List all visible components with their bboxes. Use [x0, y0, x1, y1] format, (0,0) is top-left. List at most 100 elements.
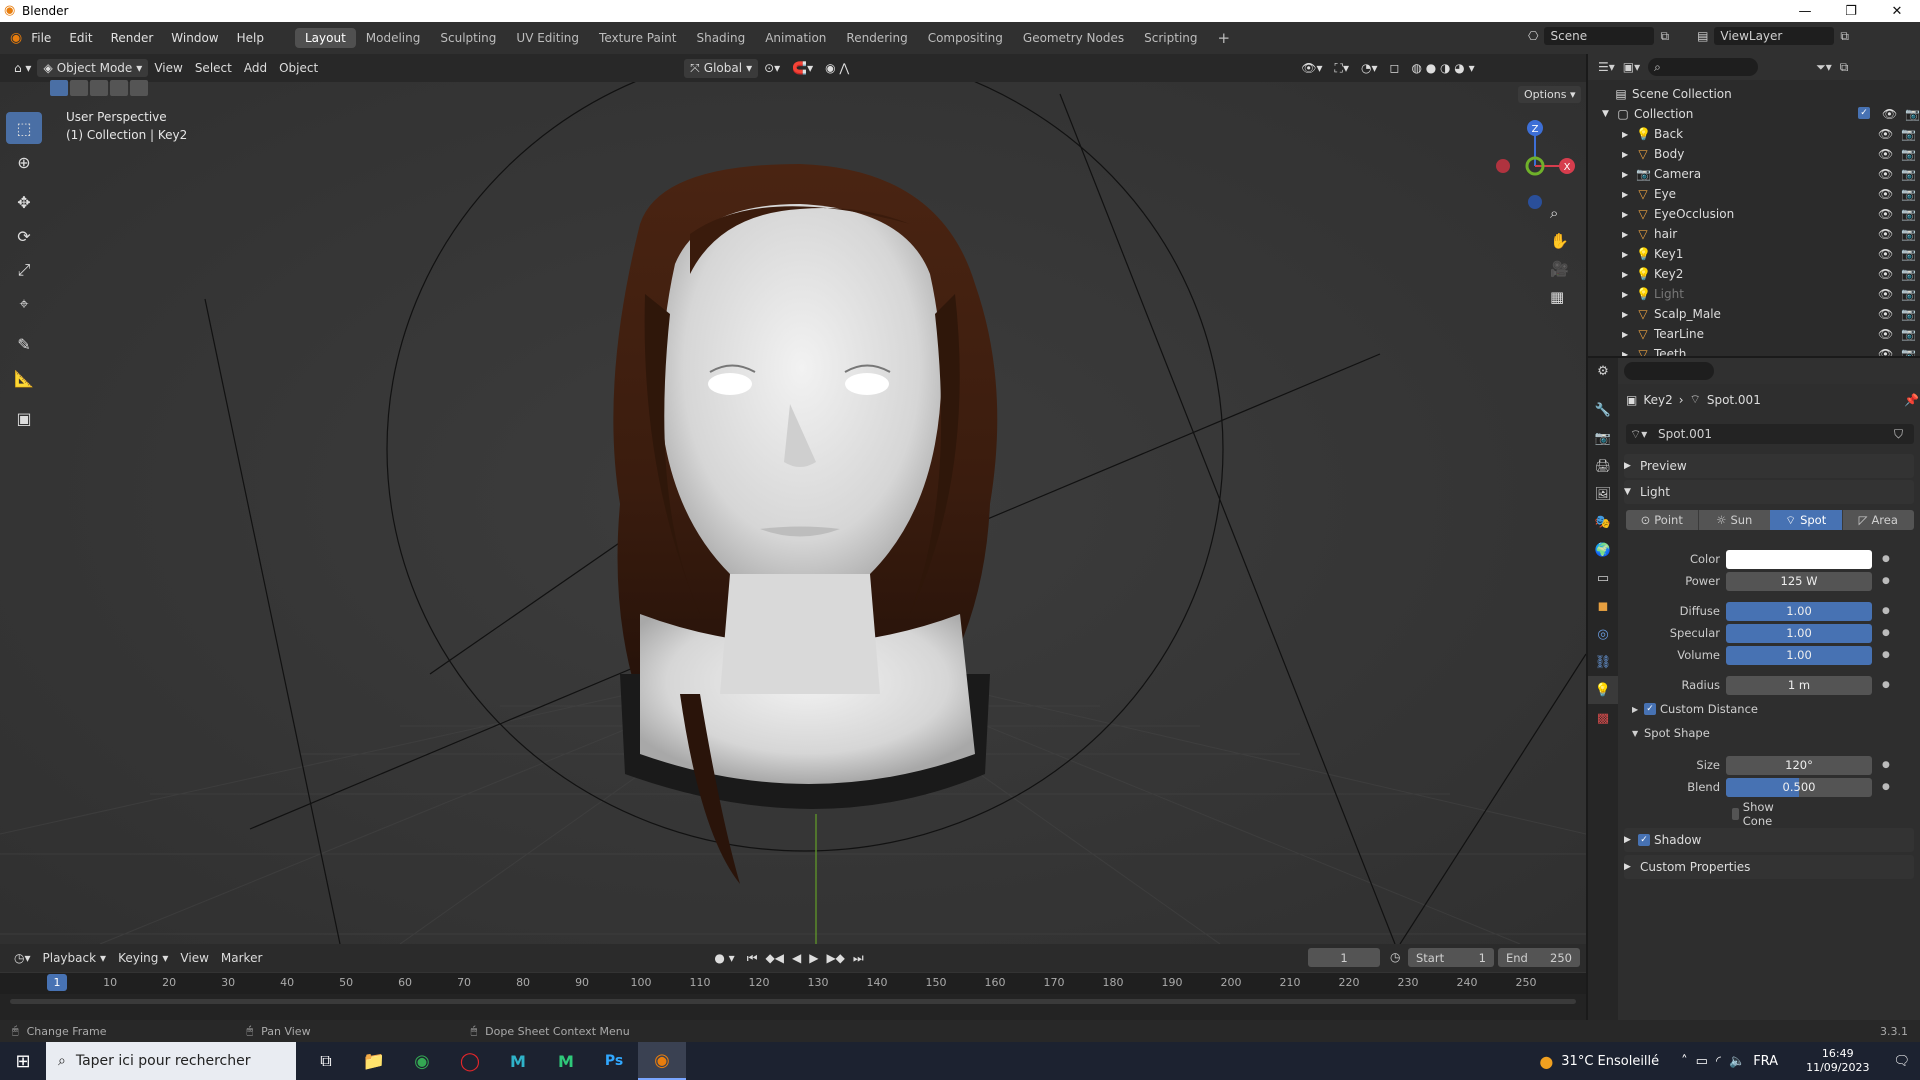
jump-end-icon[interactable]: ⏭: [853, 951, 864, 966]
tab-rendering[interactable]: Rendering: [836, 28, 917, 48]
spot-shape-header[interactable]: ▼ Spot Shape: [1632, 726, 1710, 740]
visibility-eye-icon[interactable]: 👁: [1878, 267, 1893, 281]
show-cone-checkbox[interactable]: [1732, 808, 1739, 820]
custom-distance-row[interactable]: ▶ ✓ Custom Distance: [1632, 702, 1758, 716]
output-tab-icon[interactable]: 🖨: [1588, 452, 1618, 480]
playback-menu[interactable]: Playback ▾: [37, 949, 113, 967]
show-cone-row[interactable]: Show Cone ●: [1732, 800, 1920, 828]
annotate-tool-icon[interactable]: ✎: [6, 328, 42, 360]
visibility-eye-icon[interactable]: 👁: [1882, 107, 1897, 121]
outliner-item[interactable]: ▶ 💡 Key2 👁 📷: [1588, 264, 1920, 284]
expand-arrow-icon[interactable]: ▶: [1622, 210, 1636, 219]
tab-texture-paint[interactable]: Texture Paint: [589, 28, 686, 48]
scene-collection-row[interactable]: ▤ Scene Collection: [1588, 84, 1920, 104]
visibility-icon[interactable]: 👁▾: [1295, 59, 1328, 77]
menu-file[interactable]: File: [22, 31, 60, 45]
gizmo-neg-x-icon[interactable]: [1496, 159, 1510, 173]
world-tab-icon[interactable]: 🌍: [1588, 536, 1618, 564]
visibility-eye-icon[interactable]: 👁: [1878, 227, 1893, 241]
display-mode-icon[interactable]: ▣▾: [1623, 60, 1640, 74]
transform-tool-icon[interactable]: ⌖: [6, 288, 42, 320]
expand-arrow-icon[interactable]: ▶: [1622, 250, 1636, 259]
outliner-item[interactable]: ▶ ▽ EyeOcclusion 👁 📷: [1588, 204, 1920, 224]
keying-menu[interactable]: Keying ▾: [112, 949, 174, 967]
keyframe-dot-icon[interactable]: ●: [1882, 782, 1890, 792]
menu-help[interactable]: Help: [228, 31, 273, 45]
radius-field[interactable]: 1 m: [1726, 675, 1872, 695]
pan-hand-icon[interactable]: ✋: [1550, 232, 1569, 250]
navigation-gizmo[interactable]: Z X: [1490, 106, 1580, 216]
render-camera-icon[interactable]: 📷: [1901, 267, 1916, 281]
keyframe-dot-icon[interactable]: ●: [1882, 606, 1890, 616]
add-workspace-icon[interactable]: +: [1208, 26, 1241, 50]
outliner-search-input[interactable]: ⌕: [1648, 58, 1759, 76]
view-menu[interactable]: View: [148, 59, 188, 77]
constraints-tab-icon[interactable]: ⛓: [1588, 648, 1618, 676]
shading-modes-icon[interactable]: ◍ ● ◑ ◕ ▾: [1405, 59, 1480, 77]
physics-tab-icon[interactable]: ◎: [1588, 620, 1618, 648]
visibility-eye-icon[interactable]: 👁: [1878, 127, 1893, 141]
outliner-item[interactable]: ▶ ▽ Scalp_Male 👁 📷: [1588, 304, 1920, 324]
add-menu[interactable]: Add: [238, 59, 273, 77]
expand-arrow-icon[interactable]: ▶: [1622, 170, 1636, 179]
outliner-item[interactable]: ▶ ▽ TearLine 👁 📷: [1588, 324, 1920, 344]
start-frame-field[interactable]: Start 1: [1408, 948, 1494, 967]
blend-slider[interactable]: 0.500: [1726, 777, 1872, 797]
view-layer-selector[interactable]: ViewLayer: [1714, 27, 1835, 45]
scene-tab-icon[interactable]: 🎭: [1588, 508, 1618, 536]
move-tool-icon[interactable]: ✥: [6, 186, 42, 218]
camera-view-icon[interactable]: 🎥: [1550, 260, 1569, 278]
visibility-eye-icon[interactable]: 👁: [1878, 147, 1893, 161]
outliner-item[interactable]: ▶ ▽ hair 👁 📷: [1588, 224, 1920, 244]
snap-icon[interactable]: 🧲▾: [786, 59, 819, 77]
tab-uv-editing[interactable]: UV Editing: [506, 28, 589, 48]
options-button[interactable]: Options ▾: [1518, 86, 1582, 103]
collection-row[interactable]: ▼ ▢ Collection ✓ 👁 📷: [1588, 104, 1920, 124]
render-tab-icon[interactable]: 📷: [1588, 424, 1618, 452]
rotate-tool-icon[interactable]: ⟳: [6, 220, 42, 252]
light-type-spot[interactable]: ⌔ Spot: [1770, 510, 1842, 530]
menu-render[interactable]: Render: [102, 31, 163, 45]
tool-tab-icon[interactable]: 🔧: [1588, 396, 1618, 424]
gizmo-neg-z-icon[interactable]: [1528, 195, 1542, 209]
ortho-grid-icon[interactable]: ▦: [1550, 288, 1569, 306]
light-type-sun[interactable]: ☼ Sun: [1697, 510, 1770, 530]
outliner-editor-icon[interactable]: ☰▾: [1598, 60, 1615, 74]
app-m2-icon[interactable]: M: [542, 1052, 590, 1071]
preview-range-icon[interactable]: ◷: [1390, 950, 1400, 964]
play-reverse-icon[interactable]: ◀: [792, 951, 801, 965]
shadow-checkbox[interactable]: ✓: [1638, 834, 1650, 846]
taskbar-search-box[interactable]: ⌕ Taper ici pour rechercher: [46, 1042, 296, 1080]
zoom-icon[interactable]: ⌕: [1550, 204, 1569, 222]
menu-window[interactable]: Window: [162, 31, 227, 45]
timeline-scrollbar[interactable]: [10, 999, 1576, 1004]
mode-selector[interactable]: ◈ Object Mode ▾: [37, 59, 149, 77]
select-box-tool-icon[interactable]: ⬚: [6, 112, 42, 144]
chrome-icon[interactable]: ◉: [398, 1051, 446, 1072]
play-icon[interactable]: ▶: [809, 951, 818, 965]
task-view-icon[interactable]: ⧉: [302, 1051, 350, 1071]
file-explorer-icon[interactable]: 📁: [350, 1051, 398, 1072]
opera-icon[interactable]: ◯: [446, 1051, 494, 1072]
prev-keyframe-icon[interactable]: ◆◀: [766, 951, 784, 965]
visibility-eye-icon[interactable]: 👁: [1878, 207, 1893, 221]
specular-slider[interactable]: 1.00: [1726, 623, 1872, 643]
outliner-item[interactable]: ▶ 💡 Back 👁 📷: [1588, 124, 1920, 144]
add-cube-tool-icon[interactable]: ▣: [6, 402, 42, 434]
expand-arrow-icon[interactable]: ▶: [1622, 130, 1636, 139]
editor-type-icon[interactable]: ⌂ ▾: [8, 59, 37, 77]
render-camera-icon[interactable]: 📷: [1901, 147, 1916, 161]
visibility-eye-icon[interactable]: 👁: [1878, 287, 1893, 301]
collection-tab-icon[interactable]: ▭: [1588, 564, 1618, 592]
menu-edit[interactable]: Edit: [60, 31, 101, 45]
object-tab-icon[interactable]: ◼: [1588, 592, 1618, 620]
collection-checkbox[interactable]: ✓: [1858, 107, 1870, 119]
current-frame-field[interactable]: 1: [1308, 948, 1380, 967]
visibility-eye-icon[interactable]: 👁: [1878, 327, 1893, 341]
outliner-item[interactable]: ▶ ▽ Body 👁 📷: [1588, 144, 1920, 164]
scale-tool-icon[interactable]: ⤢: [6, 254, 42, 286]
properties-search-input[interactable]: [1624, 362, 1714, 380]
light-panel-header[interactable]: ▼ Light: [1624, 480, 1914, 504]
new-collection-icon[interactable]: ⧉: [1840, 60, 1849, 75]
expand-arrow-icon[interactable]: ▶: [1622, 290, 1636, 299]
